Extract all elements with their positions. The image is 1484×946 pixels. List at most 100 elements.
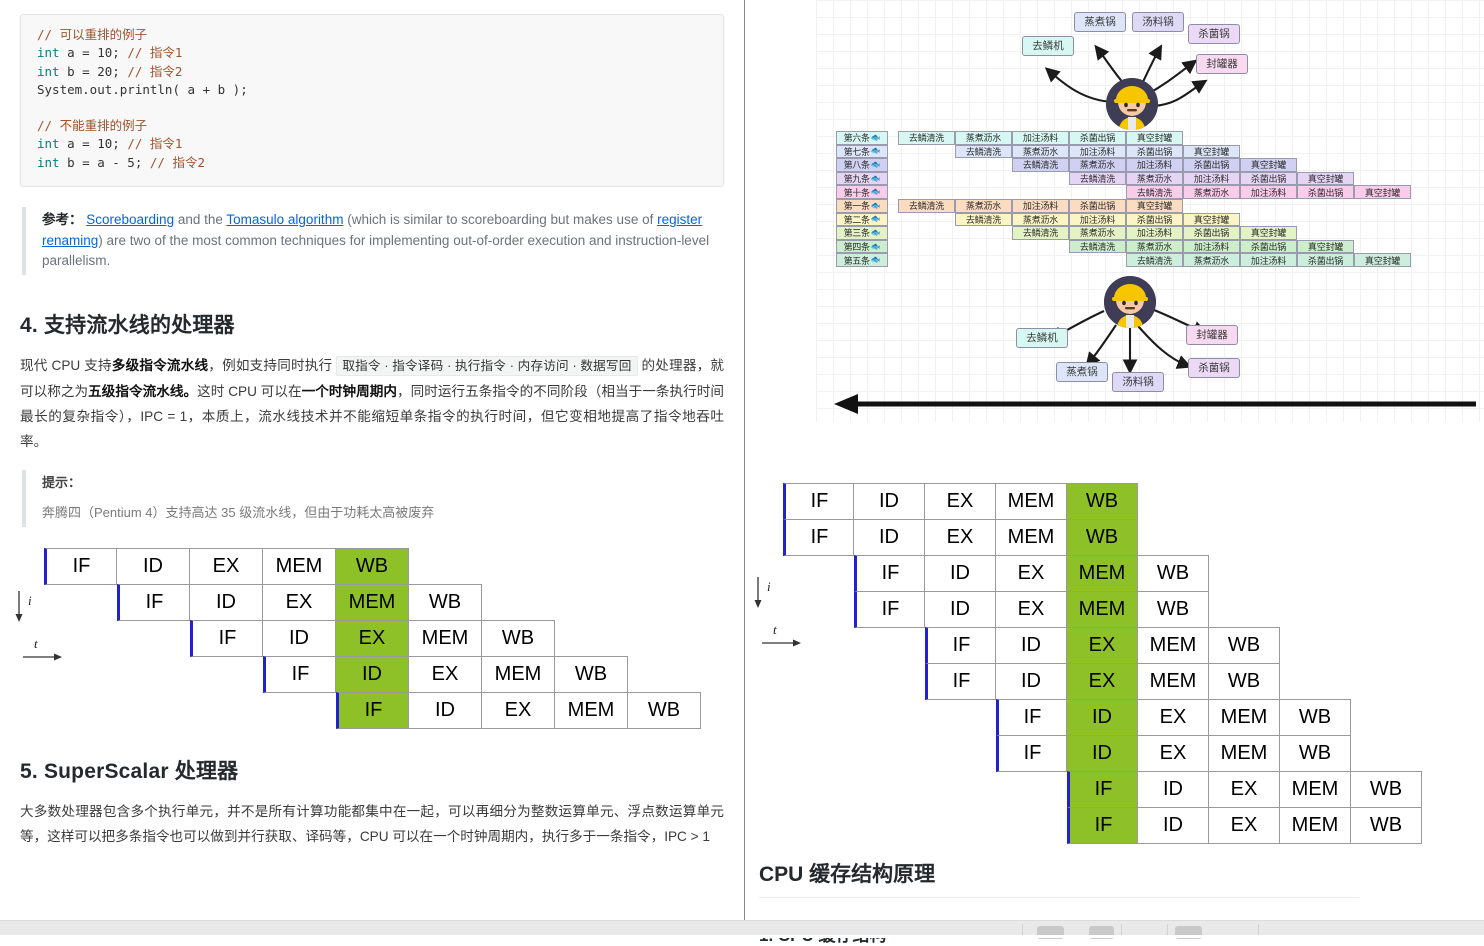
schedule-stage-cell: 去鳞清洗 <box>1126 253 1183 267</box>
schedule-row: 第七条 🐟 去鳞清洗 蒸煮沥水 加注汤料 杀菌出锅 真空封罐 <box>836 144 1411 159</box>
link-scoreboarding[interactable]: Scoreboarding <box>86 212 174 227</box>
schedule-spacer <box>898 240 955 254</box>
pipeline-spacer <box>190 656 263 693</box>
schedule-row: 第二条 🐟 去鳞清洗 蒸煮沥水 加注汤料 杀菌出锅 真空封罐 <box>836 212 1411 227</box>
pipeline-spacer <box>190 692 263 729</box>
pipeline-cell-ex: EX <box>925 483 996 520</box>
schedule-gap <box>888 240 898 254</box>
schedule-stage-cell: 蒸煮沥水 <box>1012 144 1069 159</box>
code-line-1: int a = 10; // 指令1 <box>37 45 183 61</box>
schedule-spacer <box>1012 172 1069 186</box>
schedule-stage-cell: 去鳞清洗 <box>955 144 1012 159</box>
node-sealer-bottom: 封罐器 <box>1186 325 1238 345</box>
tip-heading: 提示： <box>42 474 82 490</box>
schedule-row-label: 第三条 🐟 <box>836 226 888 240</box>
p4-a: 现代 CPU 支持 <box>20 357 112 373</box>
pipeline-spacer <box>783 663 854 700</box>
pipeline-row: IF ID EX MEM WB <box>783 807 1459 844</box>
schedule-spacer <box>1012 185 1069 199</box>
pipeline-row: IF ID EX MEM WB <box>44 583 724 621</box>
schedule-stage-cell: 杀菌出锅 <box>1297 185 1354 199</box>
p4-b: 多级指令流水线 <box>111 357 209 373</box>
heading-section-4: 4. 支持流水线的处理器 <box>20 313 235 337</box>
link-tomasulo-algorithm[interactable]: Tomasulo algorithm <box>226 212 343 227</box>
pipeline-cell-wb: WB <box>628 691 701 729</box>
code-line-comment-2: // 不能重排的例子 <box>37 118 148 134</box>
schedule-row-name: 第三条 <box>843 228 870 239</box>
schedule-spacer <box>898 253 955 267</box>
bottom-toolbar[interactable] <box>0 920 1484 939</box>
worker-avatar-top <box>1106 78 1158 130</box>
fish-icon: 🐟 <box>870 200 881 210</box>
pipeline-row: IF ID EX MEM WB <box>783 591 1459 628</box>
pipeline-row: IF ID EX MEM WB <box>783 555 1459 592</box>
pipeline-cell-if: IF <box>263 655 336 693</box>
schedule-stage-cell: 加注汤料 <box>1183 239 1240 254</box>
schedule-stage-cell: 真空封罐 <box>1354 185 1411 199</box>
pipeline-cell-ex: EX <box>1067 627 1138 664</box>
schedule-stage-cell: 加注汤料 <box>1012 198 1069 213</box>
pipeline-row: IF ID EX MEM WB <box>783 663 1459 700</box>
schedule-spacer <box>898 145 955 159</box>
schedule-row-label: 第七条 🐟 <box>836 144 888 159</box>
node-souppot-top: 汤料锅 <box>1132 12 1184 32</box>
pipeline-spacer <box>925 807 996 844</box>
fish-icon: 🐟 <box>870 146 881 156</box>
reference-tail: ) are two of the most common techniques … <box>42 232 710 269</box>
axis-label-t: t <box>762 622 801 647</box>
schedule-gap <box>888 131 898 145</box>
schedule-row: 第六条 🐟 去鳞清洗 蒸煮沥水 加注汤料 杀菌出锅 真空封罐 <box>836 131 1411 145</box>
schedule-row: 第十条 🐟 去鳞清洗 蒸煮沥水 加注汤料 杀菌出锅 真空封罐 <box>836 185 1411 199</box>
pipeline-cell-id: ID <box>190 583 263 621</box>
schedule-stage-cell: 真空封罐 <box>1297 239 1354 254</box>
heading-section-5: 5. SuperScalar 处理器 <box>20 759 239 783</box>
fish-icon: 🐟 <box>870 214 881 224</box>
pipeline-row: IF ID EX MEM WB <box>783 627 1459 664</box>
schedule-row-name: 第四条 <box>843 242 870 253</box>
axis-arrow-t-icon <box>762 639 801 647</box>
pipeline-cell-if: IF <box>190 619 263 657</box>
schedule-stage-cell: 杀菌出锅 <box>1183 158 1240 172</box>
pipeline-cell-if: IF <box>925 627 996 664</box>
heading-cpu-cache-principle: CPU 缓存结构原理 <box>759 858 1359 898</box>
schedule-spacer <box>898 213 955 227</box>
schedule-spacer <box>955 226 1012 240</box>
schedule-spacer <box>898 172 955 186</box>
pipeline-spacer <box>117 620 190 657</box>
code-line-2: int b = 20; // 指令2 <box>37 63 183 79</box>
code-line-4: int a = 10; // 指令1 <box>37 136 183 152</box>
fish-icon: 🐟 <box>870 173 881 183</box>
pipeline-cell-id: ID <box>1067 699 1138 736</box>
schedule-row-label: 第五条 🐟 <box>836 253 888 267</box>
pipeline-cell-ex: EX <box>1138 735 1209 772</box>
schedule-gap <box>888 199 898 213</box>
schedule-gap <box>888 213 898 227</box>
worker-icon <box>1106 78 1158 130</box>
pipeline-cell-mem: MEM <box>555 691 628 729</box>
pipeline-cell-ex: EX <box>482 691 555 729</box>
schedule-row-name: 第二条 <box>843 214 870 225</box>
pipeline-cell-mem: MEM <box>336 583 409 621</box>
schedule-spacer <box>955 253 1012 267</box>
schedule-stage-cell: 杀菌出锅 <box>1240 239 1297 254</box>
schedule-row: 第五条 🐟 去鳞清洗 蒸煮沥水 加注汤料 杀菌出锅 真空封罐 <box>836 253 1411 267</box>
fish-icon: 🐟 <box>870 241 881 251</box>
node-sterilizer-top: 杀菌锅 <box>1188 24 1240 44</box>
pipeline-spacer <box>783 555 854 592</box>
pipeline-cell-if: IF <box>117 583 190 621</box>
schedule-spacer <box>898 226 955 240</box>
schedule-row: 第三条 🐟 去鳞清洗 蒸煮沥水 加注汤料 杀菌出锅 真空封罐 <box>836 226 1411 240</box>
schedule-row: 第一条 🐟 去鳞清洗 蒸煮沥水 加注汤料 杀菌出锅 真空封罐 <box>836 198 1411 213</box>
schedule-stage-cell: 加注汤料 <box>1240 185 1297 199</box>
schedule-row-name: 第一条 <box>843 201 870 212</box>
pipeline-cell-wb: WB <box>1138 591 1209 628</box>
pipeline-spacer <box>783 699 854 736</box>
schedule-stage-cell: 蒸煮沥水 <box>955 198 1012 213</box>
pipeline-diagram-superscalar: i t IF ID EX MEM WB IF ID EX MEM WB IF ID EX MEM WB IF I… <box>754 483 1459 844</box>
pipeline-cell-if: IF <box>996 699 1067 736</box>
pipeline-cell-mem: MEM <box>409 619 482 657</box>
code-line-5: int b = a - 5; // 指令2 <box>37 154 205 170</box>
schedule-row-label: 第九条 🐟 <box>836 171 888 186</box>
reference-mid-2: (which is similar to scoreboarding but m… <box>343 212 658 228</box>
pipeline-cell-if: IF <box>1067 771 1138 808</box>
